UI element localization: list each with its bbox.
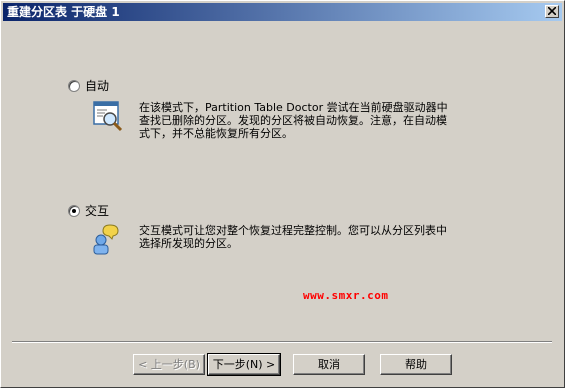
dialog-window: 重建分区表 于硬盘 1 (0, 0, 565, 388)
watermark-text: www.smxr.com (303, 289, 389, 302)
magnifier-window-icon (93, 101, 123, 132)
interactive-radio-button[interactable] (68, 205, 80, 217)
close-button[interactable] (545, 5, 559, 18)
auto-radio-option[interactable]: 自动 (68, 79, 109, 93)
auto-description-line: 式下，并不总能恢复所有分区。 (139, 127, 293, 140)
help-button[interactable]: 帮助 (380, 354, 452, 375)
interactive-description: 交互模式可让您对整个恢复过程完整控制。您可以从分区列表中 选择所发现的分区。 (139, 224, 447, 250)
auto-description: 在该模式下，Partition Table Doctor 尝试在当前硬盘驱动器中… (139, 101, 448, 140)
user-help-icon (93, 224, 119, 255)
auto-description-line: 在该模式下，Partition Table Doctor 尝试在当前硬盘驱动器中 (139, 101, 448, 114)
auto-radio-label[interactable]: 自动 (85, 79, 109, 93)
interactive-description-line: 选择所发现的分区。 (139, 237, 238, 250)
interactive-description-line: 交互模式可让您对整个恢复过程完整控制。您可以从分区列表中 (139, 224, 447, 237)
window-title: 重建分区表 于硬盘 1 (7, 5, 120, 19)
auto-radio-button[interactable] (68, 80, 80, 92)
next-button[interactable]: 下一步(N) > (207, 353, 281, 376)
close-icon (548, 7, 556, 15)
back-button[interactable]: < 上一步(B) (133, 354, 205, 375)
auto-description-line: 查找已删除的分区。发现的分区将被自动恢复。注意，在自动模 (139, 114, 447, 127)
title-bar[interactable]: 重建分区表 于硬盘 1 (3, 3, 562, 21)
interactive-radio-label[interactable]: 交互 (85, 204, 109, 218)
interactive-radio-option[interactable]: 交互 (68, 204, 109, 218)
footer-separator (12, 341, 552, 343)
cancel-button[interactable]: 取消 (293, 354, 365, 375)
